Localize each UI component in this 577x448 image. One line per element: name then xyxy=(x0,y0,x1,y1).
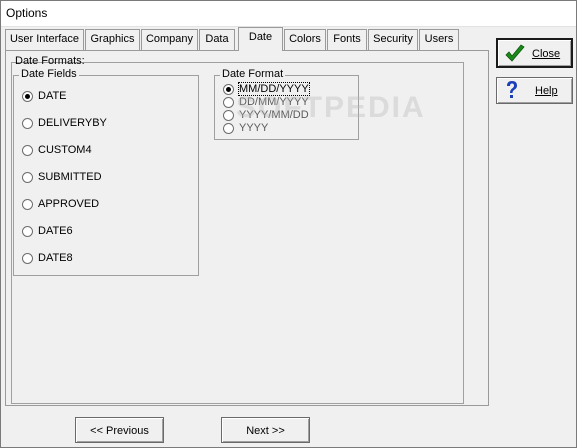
date-format-legend: Date Format xyxy=(220,68,286,80)
tab-colors[interactable]: Colors xyxy=(284,29,326,50)
tab-data[interactable]: Data xyxy=(199,29,235,50)
date-format-group: Date Format MM/DD/YYYY DD/MM/YYYY YYYY/M… xyxy=(214,68,359,140)
date-field-label: DELIVERYBY xyxy=(38,117,107,130)
tab-graphics[interactable]: Graphics xyxy=(85,29,140,50)
close-button[interactable]: Close xyxy=(496,38,573,68)
date-format-option[interactable]: YYYY xyxy=(223,122,268,138)
next-button-label: Next >> xyxy=(246,425,285,437)
date-field-label: CUSTOM4 xyxy=(38,144,92,157)
radio-button[interactable] xyxy=(22,90,33,102)
help-button-label: Help xyxy=(535,85,558,97)
title-bar: Options xyxy=(1,1,576,27)
tab-date[interactable]: Date xyxy=(238,27,283,51)
date-field-option[interactable]: CUSTOM4 xyxy=(22,144,92,160)
radio-button[interactable] xyxy=(22,252,33,264)
radio-button[interactable] xyxy=(22,171,33,183)
radio-button[interactable] xyxy=(22,144,33,156)
date-field-label: DATE6 xyxy=(38,225,73,238)
question-mark-icon xyxy=(505,80,519,103)
date-field-label: DATE xyxy=(38,90,67,103)
date-field-option[interactable]: DELIVERYBY xyxy=(22,117,107,133)
date-field-option[interactable]: DATE8 xyxy=(22,252,73,268)
date-formats-label: Date Formats: xyxy=(15,55,85,67)
previous-button[interactable]: << Previous xyxy=(75,417,164,443)
checkmark-icon xyxy=(504,44,526,67)
date-field-option[interactable]: DATE6 xyxy=(22,225,73,241)
radio-button[interactable] xyxy=(22,198,33,210)
date-format-label: YYYY xyxy=(239,122,269,135)
date-fields-legend: Date Fields xyxy=(19,68,79,80)
date-field-option[interactable]: SUBMITTED xyxy=(22,171,102,187)
radio-button[interactable] xyxy=(22,225,33,237)
date-tab-panel: Date Formats: Date Fields DATE DELIVERYB… xyxy=(5,50,489,406)
tab-fonts[interactable]: Fonts xyxy=(327,29,367,50)
radio-button[interactable] xyxy=(223,83,234,95)
window-title: Options xyxy=(6,6,48,20)
options-window: Options User Interface Graphics Company … xyxy=(0,0,577,448)
date-format-label: MM/DD/YYYY xyxy=(238,82,310,97)
date-format-label: DD/MM/YYYY xyxy=(239,96,309,109)
radio-button[interactable] xyxy=(223,96,234,108)
tab-users[interactable]: Users xyxy=(419,29,459,50)
previous-button-label: << Previous xyxy=(90,425,149,437)
radio-button[interactable] xyxy=(223,122,234,134)
radio-button[interactable] xyxy=(223,109,234,121)
next-button[interactable]: Next >> xyxy=(221,417,310,443)
tab-security[interactable]: Security xyxy=(368,29,418,50)
date-field-label: DATE8 xyxy=(38,252,73,265)
date-format-label: YYYY/MM/DD xyxy=(239,109,309,122)
date-field-option[interactable]: DATE xyxy=(22,90,67,106)
date-fields-group: Date Fields DATE DELIVERYBY CUSTOM4 SUBM… xyxy=(13,68,199,276)
date-field-label: APPROVED xyxy=(38,198,100,211)
help-button[interactable]: Help xyxy=(496,77,573,104)
radio-button[interactable] xyxy=(22,117,33,129)
date-field-option[interactable]: APPROVED xyxy=(22,198,99,214)
close-button-label: Close xyxy=(532,48,561,60)
tab-user-interface[interactable]: User Interface xyxy=(5,29,84,50)
date-field-label: SUBMITTED xyxy=(38,171,102,184)
tab-company[interactable]: Company xyxy=(141,29,198,50)
